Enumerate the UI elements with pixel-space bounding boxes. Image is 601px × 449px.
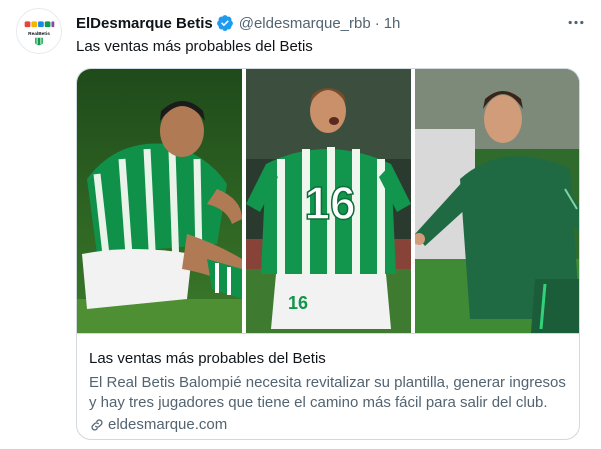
tweet-text: Las ventas más probables del Betis xyxy=(76,38,313,55)
timestamp[interactable]: 1h xyxy=(384,15,401,32)
link-icon xyxy=(91,419,103,431)
card-domain: eldesmarque.com xyxy=(89,415,567,435)
card-media[interactable]: 16 16 xyxy=(77,69,579,333)
realbetis-logo: RealBetis xyxy=(17,9,61,53)
card-body[interactable]: Las ventas más probables del Betis El Re… xyxy=(77,333,579,439)
author-handle[interactable]: @eldesmarque_rbb xyxy=(239,15,371,32)
link-card[interactable]: 16 16 Las ventas más probables del Betis… xyxy=(76,68,580,440)
tweet-header: ElDesmarque Betis @eldesmarque_rbb · 1h xyxy=(76,12,585,34)
separator-dot: · xyxy=(374,14,380,32)
card-image-2: 16 16 xyxy=(246,69,411,333)
card-image-1 xyxy=(77,69,242,333)
author-name[interactable]: ElDesmarque Betis xyxy=(76,15,213,32)
shirt-number: 16 xyxy=(304,177,355,229)
card-image-3 xyxy=(415,69,579,333)
card-title: Las ventas más probables del Betis xyxy=(89,350,326,367)
tweet: RealBetis ElDesmarque Betis @eldesmarque… xyxy=(0,0,601,449)
more-icon[interactable] xyxy=(565,12,587,32)
avatar[interactable]: RealBetis xyxy=(16,8,62,54)
svg-text:RealBetis: RealBetis xyxy=(28,31,50,37)
card-description: El Real Betis Balompié necesita revitali… xyxy=(89,374,566,411)
card-domain-text: eldesmarque.com xyxy=(108,416,228,433)
verified-icon xyxy=(216,14,234,32)
svg-text:16: 16 xyxy=(288,293,308,313)
